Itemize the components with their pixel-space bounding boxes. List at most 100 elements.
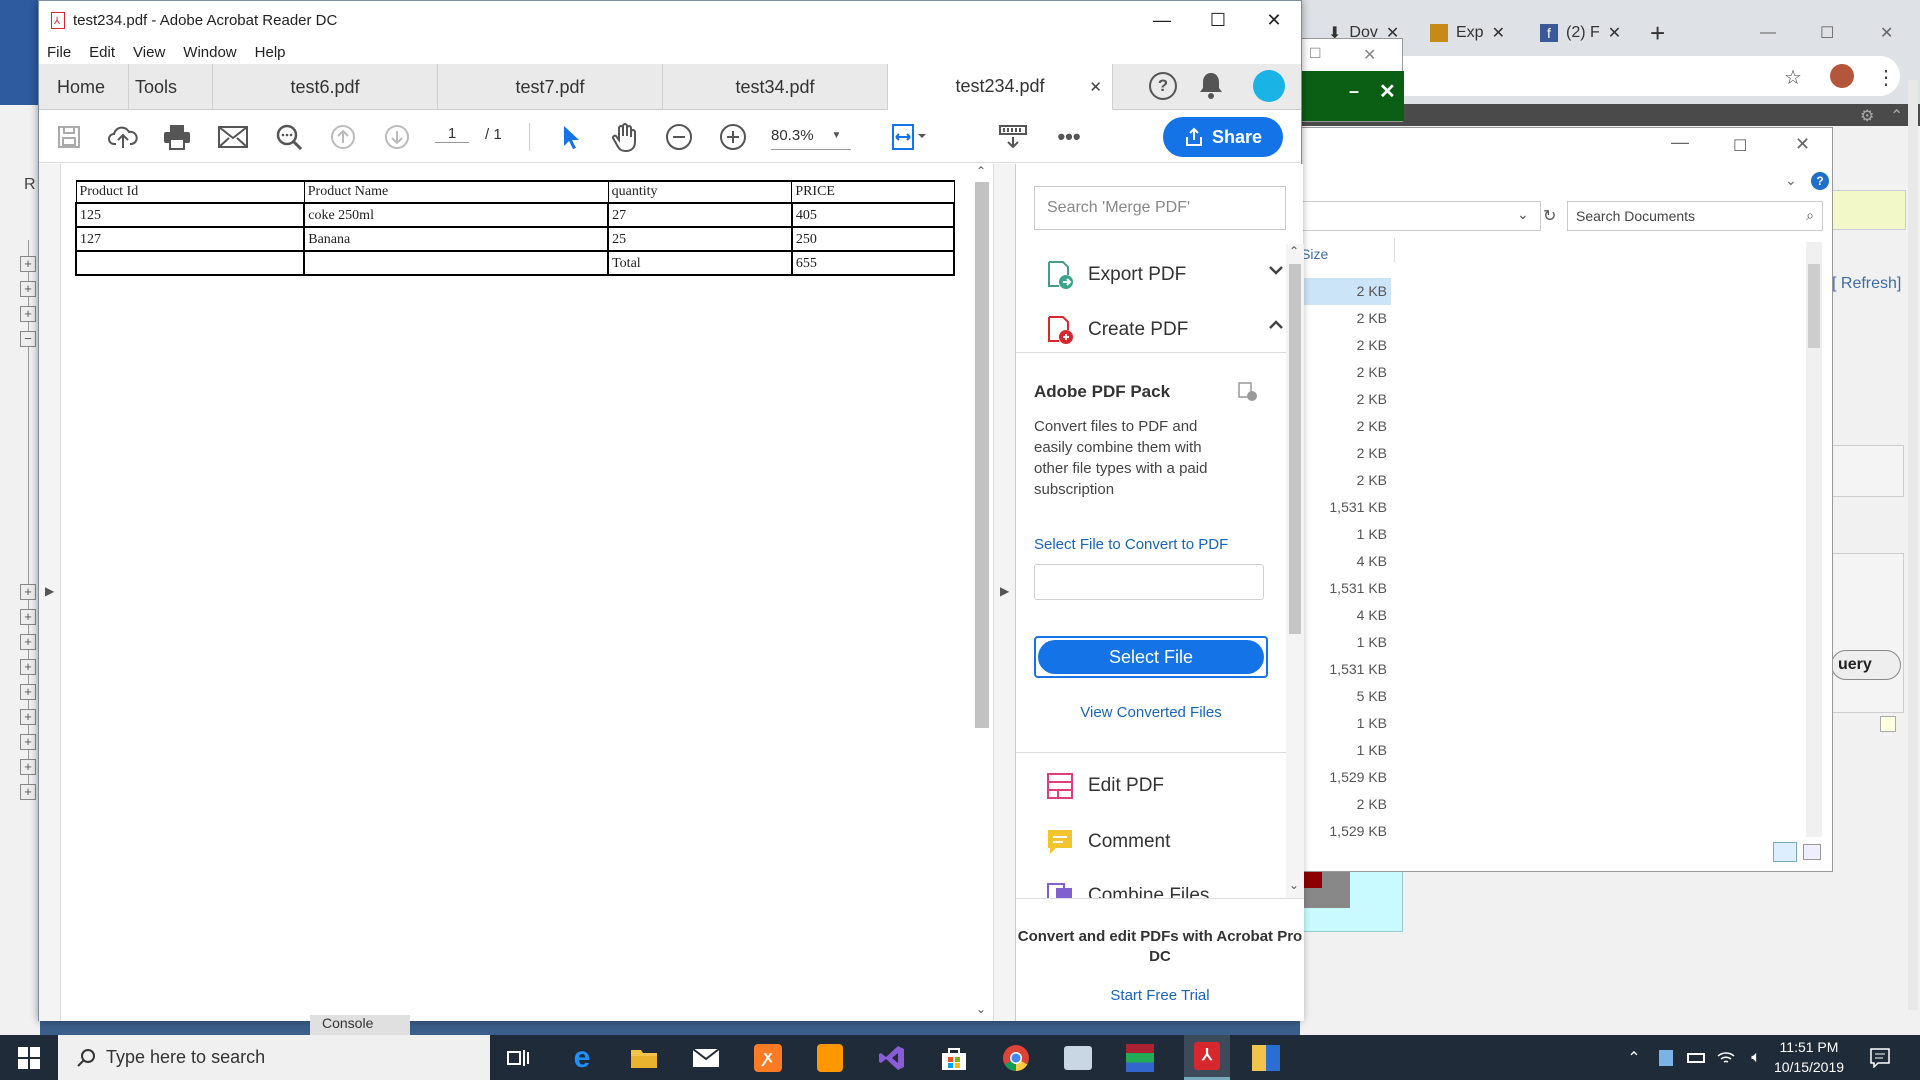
profile-avatar[interactable] bbox=[1830, 64, 1854, 88]
next-page-icon[interactable] bbox=[379, 119, 415, 155]
chevron-up-icon[interactable] bbox=[1268, 319, 1284, 331]
menu-window[interactable]: Window bbox=[183, 44, 236, 61]
edge-icon[interactable]: e bbox=[562, 1041, 602, 1075]
tree-expand-icon[interactable]: + bbox=[20, 759, 36, 775]
file-size-cell[interactable]: 1,529 KB bbox=[1301, 764, 1391, 791]
ribbon-expand-icon[interactable]: ⌄ bbox=[1785, 172, 1797, 189]
file-size-cell[interactable]: 1 KB bbox=[1301, 710, 1391, 737]
file-size-cell[interactable]: 1,529 KB bbox=[1301, 818, 1391, 845]
sublime-text-icon[interactable] bbox=[810, 1041, 850, 1075]
combine-files-tool[interactable]: Combine Files bbox=[1046, 882, 1209, 898]
chrome-page-scrollbar[interactable] bbox=[1908, 80, 1918, 1010]
scroll-up-icon[interactable]: ⌃ bbox=[976, 164, 986, 178]
collapse-icon[interactable]: ⌃ bbox=[1890, 106, 1903, 126]
explorer-close-button[interactable]: ✕ bbox=[1795, 134, 1810, 155]
refresh-link[interactable]: [ Refresh] bbox=[1832, 275, 1901, 293]
small-window-maximize-button[interactable]: ☐ bbox=[1309, 45, 1322, 62]
explorer-scrollbar-thumb[interactable] bbox=[1808, 264, 1820, 348]
file-size-cell[interactable]: 2 KB bbox=[1301, 413, 1391, 440]
file-size-cell[interactable]: 2 KB bbox=[1301, 278, 1391, 305]
right-pane-toggle[interactable]: ▶ bbox=[993, 164, 1015, 1021]
tab-home[interactable]: Home bbox=[39, 64, 129, 110]
chrome-maximize-button[interactable]: ☐ bbox=[1820, 14, 1834, 52]
settings-gear-icon[interactable]: ⚙ bbox=[1860, 106, 1874, 126]
fit-page-icon[interactable] bbox=[891, 119, 927, 155]
select-cursor-icon[interactable] bbox=[553, 119, 589, 155]
file-size-cell[interactable]: 1,531 KB bbox=[1301, 575, 1391, 602]
close-icon[interactable]: ✕ bbox=[1379, 79, 1396, 104]
file-size-cell[interactable]: 2 KB bbox=[1301, 467, 1391, 494]
view-converted-files-link[interactable]: View Converted Files bbox=[1016, 704, 1286, 721]
tree-expand-icon[interactable]: + bbox=[20, 659, 36, 675]
help-icon[interactable]: ? bbox=[1811, 172, 1829, 190]
tree-expand-icon[interactable]: + bbox=[20, 584, 36, 600]
tree-expand-icon[interactable]: + bbox=[20, 306, 36, 322]
file-size-cell[interactable]: 2 KB bbox=[1301, 440, 1391, 467]
tree-expand-icon[interactable]: + bbox=[20, 256, 36, 272]
share-button[interactable]: Share bbox=[1163, 117, 1283, 157]
tab-test6[interactable]: test6.pdf bbox=[213, 64, 438, 110]
tab-test234[interactable]: test234.pdf ✕ bbox=[888, 64, 1113, 110]
file-explorer-icon[interactable] bbox=[624, 1041, 664, 1075]
chrome-tab-facebook[interactable]: f (2) F ✕ bbox=[1540, 14, 1621, 52]
create-pdf-tool[interactable]: Create PDF bbox=[1046, 315, 1188, 345]
hand-tool-icon[interactable] bbox=[607, 119, 643, 155]
file-size-cell[interactable]: 1 KB bbox=[1301, 521, 1391, 548]
explorer-search-input[interactable]: Search Documents ⌕ bbox=[1567, 201, 1823, 231]
visual-studio-icon[interactable] bbox=[872, 1041, 912, 1075]
tree-expand-icon[interactable]: + bbox=[20, 634, 36, 650]
select-file-button[interactable]: Select File bbox=[1034, 636, 1268, 678]
file-drop-field[interactable] bbox=[1034, 564, 1264, 600]
app-icon[interactable] bbox=[1246, 1041, 1286, 1075]
file-size-cell[interactable]: 2 KB bbox=[1301, 386, 1391, 413]
chrome-menu-icon[interactable]: ⋮ bbox=[1876, 58, 1896, 96]
file-size-cell[interactable]: 2 KB bbox=[1301, 359, 1391, 386]
query-button[interactable]: uery bbox=[1831, 650, 1901, 680]
tree-collapse-icon[interactable]: − bbox=[20, 331, 36, 347]
menu-help[interactable]: Help bbox=[255, 44, 286, 61]
bookmark-star-icon[interactable]: ☆ bbox=[1784, 58, 1802, 96]
collapse-right-pane-icon[interactable]: ▶ bbox=[1000, 584, 1009, 598]
file-size-cell[interactable]: 2 KB bbox=[1301, 791, 1391, 818]
email-icon[interactable] bbox=[215, 119, 251, 155]
print-icon[interactable] bbox=[159, 119, 195, 155]
search-zoom-icon[interactable] bbox=[271, 119, 307, 155]
save-icon[interactable] bbox=[51, 119, 87, 155]
tab-tools[interactable]: Tools bbox=[129, 64, 213, 110]
tree-expand-icon[interactable]: + bbox=[20, 281, 36, 297]
scroll-up-icon[interactable]: ⌃ bbox=[1289, 244, 1299, 258]
winrar-icon[interactable] bbox=[1120, 1041, 1160, 1075]
mail-icon[interactable] bbox=[686, 1041, 726, 1075]
task-view-icon[interactable] bbox=[498, 1041, 538, 1075]
tab-close-icon[interactable]: ✕ bbox=[1089, 78, 1102, 96]
chrome-minimize-button[interactable]: — bbox=[1760, 14, 1776, 52]
size-column-header[interactable]: Size bbox=[1301, 246, 1393, 262]
chrome-tab-export[interactable]: Exp ✕ bbox=[1430, 14, 1505, 52]
file-size-cell[interactable]: 1,531 KB bbox=[1301, 494, 1391, 521]
large-icons-view-icon[interactable] bbox=[1803, 844, 1821, 860]
acrobat-taskbar-icon[interactable]: ⅄ bbox=[1184, 1035, 1230, 1080]
zoom-dropdown[interactable]: 80.3% ▼ bbox=[771, 127, 861, 144]
details-view-icon[interactable] bbox=[1773, 842, 1797, 862]
tree-expand-icon[interactable]: + bbox=[20, 709, 36, 725]
start-free-trial-link[interactable]: Start Free Trial bbox=[1016, 987, 1304, 1004]
explorer-maximize-button[interactable]: ☐ bbox=[1733, 136, 1747, 156]
bell-icon[interactable] bbox=[1197, 70, 1225, 100]
start-button[interactable] bbox=[0, 1035, 58, 1080]
network-app-icon[interactable] bbox=[1058, 1041, 1098, 1075]
new-tab-button[interactable]: + bbox=[1650, 14, 1665, 52]
help-icon[interactable]: ? bbox=[1149, 72, 1177, 100]
explorer-address-bar[interactable]: ⌄ bbox=[1301, 201, 1541, 231]
file-size-cell[interactable]: 4 KB bbox=[1301, 548, 1391, 575]
close-icon[interactable]: ✕ bbox=[1492, 23, 1505, 43]
file-size-cell[interactable]: 1 KB bbox=[1301, 737, 1391, 764]
refresh-icon[interactable]: ↻ bbox=[1543, 206, 1556, 226]
previous-page-icon[interactable] bbox=[325, 119, 361, 155]
file-size-cell[interactable]: 5 KB bbox=[1301, 683, 1391, 710]
menu-file[interactable]: File bbox=[47, 44, 71, 61]
tools-pane-scrollbar-thumb[interactable] bbox=[1289, 264, 1301, 634]
user-avatar[interactable] bbox=[1253, 70, 1285, 102]
file-size-cell[interactable]: 2 KB bbox=[1301, 305, 1391, 332]
tree-expand-icon[interactable]: + bbox=[20, 784, 36, 800]
chevron-down-icon[interactable] bbox=[1268, 264, 1284, 276]
